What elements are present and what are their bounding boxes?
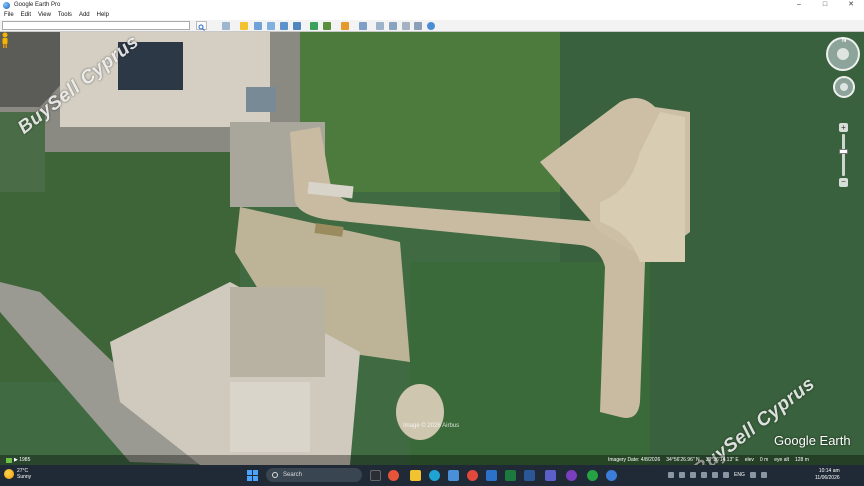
menu-help[interactable]: Help (97, 12, 109, 18)
google-earth-taskbar-icon[interactable] (606, 470, 617, 481)
email-icon[interactable] (376, 22, 384, 30)
search-input[interactable] (2, 21, 190, 30)
menu-file[interactable]: File (4, 12, 14, 18)
clock-time: 10:14 am (818, 468, 840, 474)
tray-app-icon[interactable] (712, 472, 718, 478)
menu-add[interactable]: Add (79, 12, 90, 18)
record-tour-icon[interactable] (293, 22, 301, 30)
imagery-date: Imagery Date: 4/8/2026 (608, 457, 661, 463)
title-bar: Google Earth Pro – □ ✕ (0, 0, 864, 10)
menu-view[interactable]: View (38, 12, 51, 18)
google-earth-logo: Google Earth (774, 433, 851, 448)
sidebar-icon[interactable] (222, 22, 230, 30)
search-icon (198, 24, 205, 31)
coordinates-readout: Imagery Date: 4/8/2026 34°56'26.96" N 33… (608, 457, 809, 463)
windows-logo-pane (253, 476, 258, 481)
look-joystick[interactable]: N (826, 37, 860, 71)
tray-app-icon[interactable] (701, 472, 707, 478)
pegman-icon[interactable] (0, 32, 10, 48)
tray-app-icon[interactable] (679, 472, 685, 478)
windows-logo-pane (247, 470, 252, 475)
outlook-icon[interactable] (486, 470, 497, 481)
north-indicator: N (842, 38, 847, 44)
start-button[interactable] (247, 470, 258, 481)
messenger-icon[interactable] (566, 470, 577, 481)
sun-icon[interactable] (323, 22, 331, 30)
windows-taskbar: 27°C Sunny Search ENG 10:14 am 11/06/202… (0, 465, 864, 486)
history-icon[interactable] (310, 22, 318, 30)
tour-status[interactable]: ▶ 1985 (6, 457, 30, 463)
window-title: Google Earth Pro (14, 2, 61, 8)
copilot-icon[interactable] (388, 470, 399, 481)
excel-icon[interactable] (505, 470, 516, 481)
file-explorer-icon[interactable] (410, 470, 421, 481)
edge-icon[interactable] (429, 470, 440, 481)
menu-edit[interactable]: Edit (21, 12, 31, 18)
maximize-button[interactable]: □ (812, 0, 838, 10)
windows-logo-pane (247, 476, 252, 481)
earth-map-view[interactable]: BuySell Cyprus BuySell Cyprus Image © 20… (0, 32, 864, 465)
image-credit: Image © 2026 Airbus (403, 423, 460, 429)
volume-icon[interactable] (760, 472, 767, 478)
close-button[interactable]: ✕ (838, 0, 864, 10)
satellite-imagery (0, 32, 864, 465)
overlay-icon[interactable] (280, 22, 288, 30)
weather-condition: Sunny (17, 474, 32, 480)
planets-icon[interactable] (341, 22, 349, 30)
print-icon[interactable] (389, 22, 397, 30)
elevation-value: 0 m (759, 457, 769, 463)
latitude: 34°56'26.96" N (666, 457, 700, 463)
historical-imagery-icon (6, 457, 12, 463)
teams-icon[interactable] (545, 470, 556, 481)
windows-logo-pane (253, 470, 258, 475)
sun-weather-icon (4, 469, 14, 479)
move-joystick-hub[interactable] (840, 83, 848, 91)
tour-label: ▶ 1985 (14, 457, 31, 463)
save-image-icon[interactable] (402, 22, 410, 30)
status-bar: ▶ 1985 Imagery Date: 4/8/2026 34°56'26.9… (0, 455, 864, 465)
path-icon[interactable] (267, 22, 275, 30)
placemark-icon[interactable] (240, 22, 248, 30)
elevation-label: elev (744, 457, 754, 463)
window-controls: – □ ✕ (786, 0, 864, 10)
chevron-up-icon[interactable] (668, 472, 674, 478)
zoom-slider[interactable] (842, 134, 845, 176)
taskbar-clock[interactable]: 10:14 am 11/06/2026 (815, 468, 840, 482)
search-icon (272, 472, 278, 478)
clock-date: 11/06/2026 (815, 475, 840, 481)
taskbar-search-label: Search (283, 472, 303, 478)
zoom-in-button[interactable]: + (839, 123, 848, 132)
google-earth-app-icon (3, 1, 10, 9)
tray-app-icon[interactable] (690, 472, 696, 478)
move-joystick[interactable] (833, 76, 855, 98)
eye-alt-label: eye alt (774, 457, 789, 463)
system-tray: ENG (668, 469, 767, 481)
whatsapp-icon[interactable] (587, 470, 598, 481)
menu-bar: File Edit View Tools Add Help (0, 10, 864, 20)
word-icon[interactable] (524, 470, 535, 481)
search-button[interactable] (196, 21, 207, 31)
maps-icon[interactable] (414, 22, 422, 30)
tray-app-icon[interactable] (723, 472, 729, 478)
task-view-icon[interactable] (370, 470, 381, 481)
ruler-icon[interactable] (359, 22, 367, 30)
look-joystick-hub[interactable] (837, 48, 849, 60)
language-indicator[interactable]: ENG (734, 472, 745, 478)
minimize-button[interactable]: – (786, 0, 812, 10)
toolbar (0, 20, 864, 32)
zoom-out-button[interactable]: − (839, 178, 848, 187)
zoom-slider-thumb[interactable] (839, 148, 848, 154)
menu-tools[interactable]: Tools (58, 12, 72, 18)
longitude: 33°36'14.13" E (705, 457, 739, 463)
chrome-icon[interactable] (467, 470, 478, 481)
taskbar-search[interactable]: Search (266, 468, 362, 482)
weather-widget[interactable]: 27°C Sunny (4, 468, 31, 480)
store-icon[interactable] (448, 470, 459, 481)
eye-alt-value: 128 m (795, 457, 809, 463)
wifi-icon[interactable] (749, 472, 756, 478)
polygon-icon[interactable] (254, 22, 262, 30)
kml-icon[interactable] (427, 22, 435, 30)
